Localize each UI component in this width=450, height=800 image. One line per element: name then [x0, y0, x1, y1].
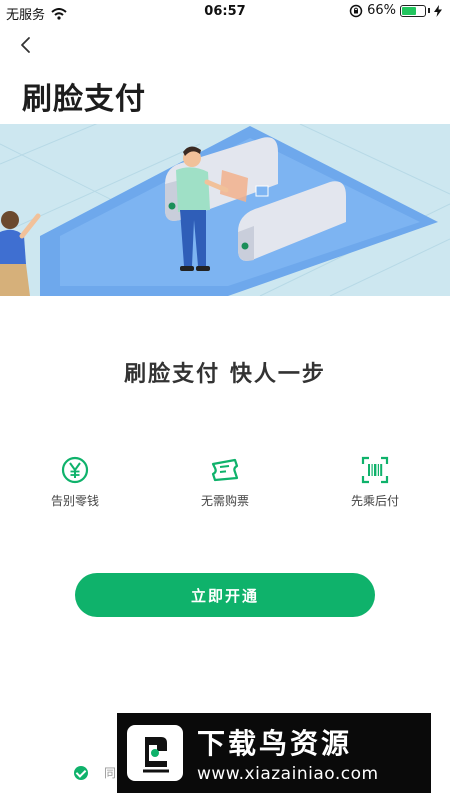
- check-circle-icon[interactable]: [74, 765, 88, 780]
- agreement-text: 同: [104, 766, 117, 780]
- feature-list: 告别零钱 无需购票 先乘后付: [0, 454, 450, 524]
- watermark-text: 下载鸟资源 www.xiazainiao.com: [197, 722, 379, 784]
- battery-fill: [402, 6, 416, 15]
- watermark-url: www.xiazainiao.com: [197, 764, 379, 784]
- feature-label: 无需购票: [200, 494, 249, 508]
- scan-barcode-icon: [359, 454, 391, 486]
- battery-icon: [400, 4, 426, 17]
- feature-no-ticket: 无需购票: [170, 454, 280, 509]
- ticket-icon: [209, 454, 241, 486]
- back-button[interactable]: [12, 30, 42, 60]
- battery-tip: [428, 8, 430, 13]
- feature-ride-first: 先乘后付: [320, 454, 430, 509]
- feature-label: 告别零钱: [50, 494, 99, 508]
- slogan: 刷脸支付 快人一步: [124, 362, 326, 387]
- open-now-button[interactable]: 立即开通: [75, 573, 375, 617]
- face-pay-turnstile-illustration: [0, 124, 450, 296]
- status-bar: 无服务 06:57 66%: [0, 0, 450, 24]
- hero-banner: [0, 124, 450, 296]
- yen-coin-icon: [59, 454, 91, 486]
- page-title: 刷脸支付: [22, 82, 146, 117]
- watermark-logo-icon: [127, 725, 183, 781]
- feature-label: 先乘后付: [350, 494, 399, 508]
- chevron-left-icon: [21, 37, 30, 53]
- status-right: 66%: [349, 3, 442, 18]
- battery-percent: 66%: [367, 3, 396, 18]
- feature-no-change: 告别零钱: [20, 454, 130, 509]
- watermark-banner: 下载鸟资源 www.xiazainiao.com: [117, 713, 431, 793]
- charging-bolt-icon: [434, 4, 442, 17]
- watermark-title: 下载鸟资源: [197, 727, 353, 760]
- rotation-lock-icon: [349, 4, 363, 18]
- agreement-row[interactable]: 同: [74, 764, 116, 781]
